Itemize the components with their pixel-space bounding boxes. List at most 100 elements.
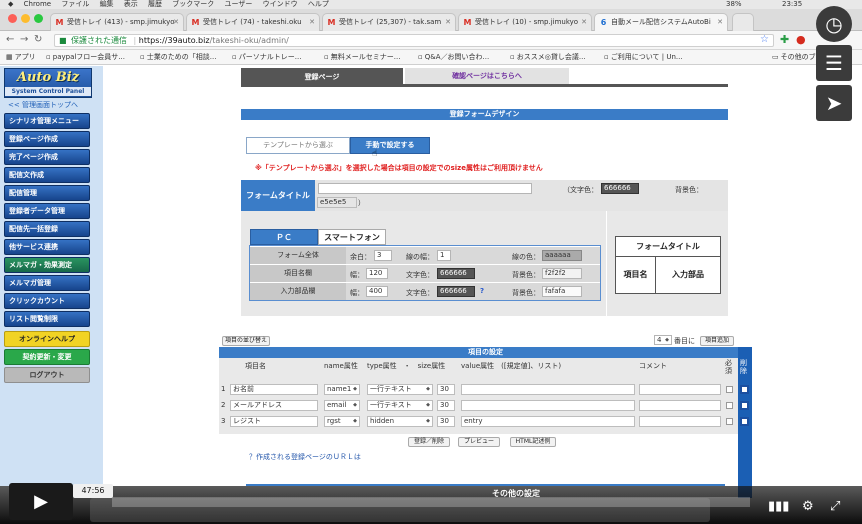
url-bar[interactable]: ■ 保護された通信 | https://39auto.biz/takeshi-o…: [54, 34, 774, 47]
sidebar-item-contract[interactable]: 契約更新・変更: [4, 349, 90, 365]
menu-file[interactable]: ファイル: [61, 0, 89, 8]
back-icon[interactable]: ←: [6, 34, 14, 46]
tab-gmail-3[interactable]: M 受信トレイ (25,307) - tak.sam ✕: [322, 13, 456, 31]
menu-user[interactable]: ユーザー: [225, 0, 253, 8]
bookmark-item[interactable]: ▫ 無料メールセミナー...: [324, 50, 400, 64]
manual-setting-button[interactable]: 手動で設定する: [350, 137, 430, 154]
new-tab-button[interactable]: [732, 13, 754, 31]
comment-input[interactable]: [639, 384, 721, 395]
menu-history[interactable]: 履歴: [148, 0, 162, 8]
sidebar-item-complete-page[interactable]: 完了ページ作成: [4, 149, 90, 165]
value-attr-input[interactable]: [461, 400, 635, 411]
sidebar-item-mail-compose[interactable]: 配信文作成: [4, 167, 90, 183]
sidebar-item-mailmag[interactable]: メルマガ管理: [4, 275, 90, 291]
menu-edit[interactable]: 編集: [100, 0, 114, 8]
size-attr-input[interactable]: 30: [437, 384, 455, 395]
forward-icon[interactable]: →: [20, 34, 28, 46]
input-part-text-color-input[interactable]: 666666: [437, 286, 475, 297]
input-part-width-input[interactable]: 400: [366, 286, 388, 297]
item-name-text-color-input[interactable]: 666666: [437, 268, 475, 279]
title-bg-color-input[interactable]: e5e5e5: [317, 197, 357, 208]
html-example-button[interactable]: HTML記述例: [510, 437, 556, 447]
template-select-button[interactable]: テンプレートから選ぶ: [246, 137, 350, 154]
type-attr-select[interactable]: hidden: [367, 416, 433, 427]
sidebar-item-online-help[interactable]: オンラインヘルプ: [4, 331, 90, 347]
register-delete-button[interactable]: 登録／削除: [408, 437, 450, 447]
tab-gmail-4[interactable]: M 受信トレイ (10) - smp.jimukyo ✕: [458, 13, 592, 31]
form-title-input[interactable]: [318, 183, 532, 194]
position-select[interactable]: 4: [654, 335, 672, 345]
sidebar-item-delivery[interactable]: 配信管理: [4, 185, 90, 201]
extension-icon[interactable]: ✚: [780, 34, 789, 46]
share-button[interactable]: ➤: [816, 85, 852, 121]
collections-button[interactable]: ☰: [816, 45, 852, 81]
item-name-input[interactable]: レジスト: [230, 416, 318, 427]
tab-confirm-page[interactable]: 確認ページはこちらへ: [405, 68, 569, 84]
close-tab-icon[interactable]: ✕: [581, 14, 587, 31]
bookmark-item[interactable]: ▫ paypalフロー会員サ...: [46, 50, 125, 64]
sidebar-item-click-count[interactable]: クリックカウント: [4, 293, 90, 309]
menu-bookmarks[interactable]: ブックマーク: [172, 0, 214, 8]
bookmark-item[interactable]: ▫ パーソナルトレー...: [232, 50, 301, 64]
item-name-width-input[interactable]: 120: [366, 268, 388, 279]
input-part-bg-color-input[interactable]: fafafa: [542, 286, 582, 297]
reload-icon[interactable]: ↻: [34, 34, 42, 46]
menu-window[interactable]: ウインドウ: [263, 0, 298, 8]
bookmark-folder-other[interactable]: ▭ その他のブ: [772, 50, 816, 64]
close-tab-icon[interactable]: ✕: [445, 14, 451, 31]
type-attr-select[interactable]: 一行テキスト: [367, 384, 433, 395]
comment-input[interactable]: [639, 416, 721, 427]
sidebar-item-list-restrict[interactable]: リスト閲覧制限: [4, 311, 90, 327]
title-text-color-input[interactable]: 666666: [601, 183, 639, 194]
zoom-window-icon[interactable]: [34, 14, 43, 23]
close-tab-icon[interactable]: ✕: [717, 14, 723, 31]
size-attr-input[interactable]: 30: [437, 400, 455, 411]
close-tab-icon[interactable]: ✕: [309, 14, 315, 31]
bookmark-apps[interactable]: ▦ アプリ: [6, 50, 36, 64]
bookmark-item[interactable]: ▫ Q&A／お問い合わ...: [418, 50, 489, 64]
apple-icon[interactable]: ◆: [8, 0, 13, 8]
name-attr-select[interactable]: rgst: [324, 416, 360, 427]
fullscreen-icon[interactable]: ⤢: [830, 498, 840, 516]
margin-input[interactable]: 3: [374, 250, 392, 261]
bookmark-star-icon[interactable]: ☆: [760, 34, 769, 46]
delete-checkbox[interactable]: [740, 385, 749, 394]
admin-top-link[interactable]: << 管理画面トップへ: [4, 98, 94, 111]
sidebar-item-integrations[interactable]: 他サービス連携: [4, 239, 90, 255]
item-name-input[interactable]: メールアドレス: [230, 400, 318, 411]
border-color-input[interactable]: aaaaaa: [542, 250, 582, 261]
close-tab-icon[interactable]: ✕: [173, 14, 179, 31]
register-page-url-help[interactable]: ？作成される登録ページのＵＲＬは: [249, 452, 361, 462]
logout-button[interactable]: ログアウト: [4, 367, 90, 383]
bookmark-item[interactable]: ▫ ご利用について | Un...: [604, 50, 683, 64]
sidebar-item-subscriber-data[interactable]: 登録者データ管理: [4, 203, 90, 219]
close-window-icon[interactable]: [8, 14, 17, 23]
delete-checkbox[interactable]: [740, 417, 749, 426]
sidebar-item-register-page[interactable]: 登録ページ作成: [4, 131, 90, 147]
extension-icon-2[interactable]: ●: [796, 34, 806, 46]
menu-help[interactable]: ヘルプ: [308, 0, 329, 8]
name-attr-select[interactable]: email: [324, 400, 360, 411]
video-timeline[interactable]: [112, 497, 750, 507]
delete-checkbox[interactable]: [740, 401, 749, 410]
tab-autobiz[interactable]: 6 自動メール配信システムAutoBi ✕: [594, 13, 728, 31]
tab-gmail-2[interactable]: M 受信トレイ (74) - takeshi.oku ✕: [186, 13, 320, 31]
tab-pc[interactable]: ＰＣ: [250, 229, 318, 245]
bookmark-item[interactable]: ▫ 士業のための「相談...: [140, 50, 216, 64]
sidebar-item-scenario-menu[interactable]: シナリオ管理メニュー: [4, 113, 90, 129]
help-icon[interactable]: ?: [480, 287, 484, 295]
volume-icon[interactable]: ▮▮▮: [768, 498, 789, 516]
menu-chrome[interactable]: Chrome: [24, 0, 51, 8]
reorder-items-button[interactable]: 項目の並び替え: [222, 336, 270, 346]
border-width-input[interactable]: 1: [437, 250, 451, 261]
sidebar-item-mailmag-metrics[interactable]: メルマガ・効果測定: [4, 257, 90, 273]
comment-input[interactable]: [639, 400, 721, 411]
required-checkbox[interactable]: [726, 402, 733, 409]
preview-button[interactable]: プレビュー: [458, 437, 500, 447]
tab-register-page[interactable]: 登録ページ: [241, 68, 403, 86]
name-attr-select[interactable]: name1: [324, 384, 360, 395]
menu-view[interactable]: 表示: [124, 0, 138, 8]
item-name-bg-color-input[interactable]: f2f2f2: [542, 268, 582, 279]
sidebar-item-bulk-register[interactable]: 配信先一括登録: [4, 221, 90, 237]
value-attr-input[interactable]: [461, 384, 635, 395]
